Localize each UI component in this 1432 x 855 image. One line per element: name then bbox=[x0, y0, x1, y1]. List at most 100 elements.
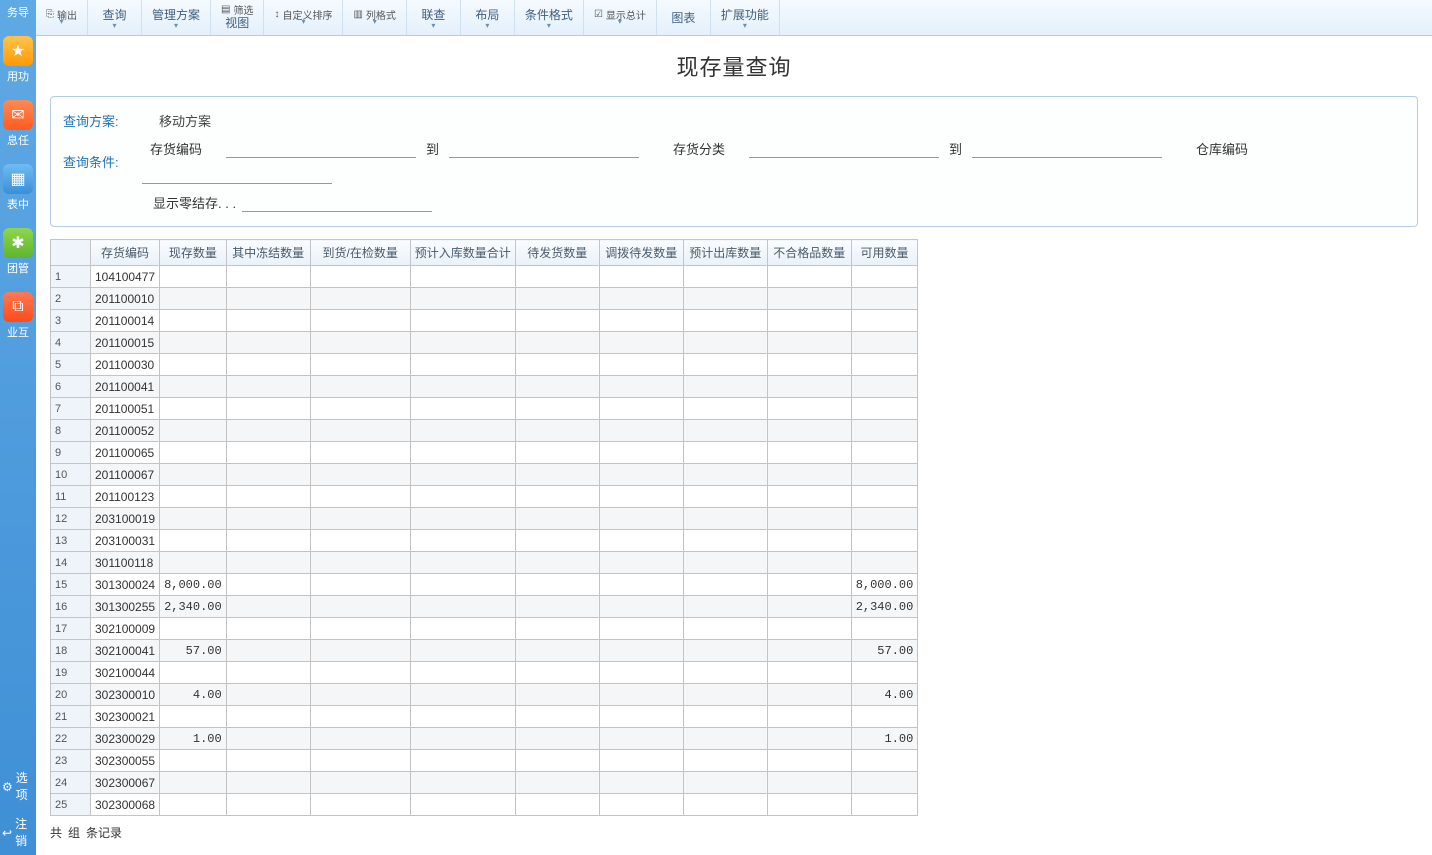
table-row[interactable]: 4201100015 bbox=[51, 332, 918, 354]
cell[interactable] bbox=[226, 332, 310, 354]
cell[interactable] bbox=[226, 552, 310, 574]
cell[interactable] bbox=[226, 398, 310, 420]
cell[interactable] bbox=[767, 618, 851, 640]
sidebar-options[interactable]: ⚙ 选项 bbox=[0, 763, 36, 809]
cell[interactable] bbox=[599, 266, 683, 288]
cell[interactable]: 2 bbox=[51, 288, 91, 310]
cell[interactable] bbox=[515, 310, 599, 332]
cell[interactable] bbox=[515, 376, 599, 398]
table-row[interactable]: 21302300021 bbox=[51, 706, 918, 728]
cell[interactable] bbox=[683, 662, 767, 684]
cell[interactable] bbox=[515, 596, 599, 618]
cell[interactable] bbox=[767, 640, 851, 662]
cell[interactable] bbox=[410, 728, 515, 750]
cell[interactable] bbox=[515, 684, 599, 706]
cell[interactable]: 1.00 bbox=[851, 728, 918, 750]
table-row[interactable]: 8201100052 bbox=[51, 420, 918, 442]
cell[interactable] bbox=[851, 266, 918, 288]
cell[interactable] bbox=[515, 398, 599, 420]
cell[interactable] bbox=[599, 332, 683, 354]
sidebar-item-group[interactable]: ✱ 团管 bbox=[0, 220, 36, 284]
cell[interactable] bbox=[683, 574, 767, 596]
cell[interactable] bbox=[683, 750, 767, 772]
cell[interactable] bbox=[515, 420, 599, 442]
cell[interactable] bbox=[683, 376, 767, 398]
cell[interactable] bbox=[683, 266, 767, 288]
cell[interactable] bbox=[160, 354, 227, 376]
cell[interactable] bbox=[599, 552, 683, 574]
table-row[interactable]: 5201100030 bbox=[51, 354, 918, 376]
cell[interactable] bbox=[767, 508, 851, 530]
cell[interactable] bbox=[767, 464, 851, 486]
cell[interactable] bbox=[851, 662, 918, 684]
cell[interactable] bbox=[515, 618, 599, 640]
table-row[interactable]: 11201100123 bbox=[51, 486, 918, 508]
cell[interactable] bbox=[160, 288, 227, 310]
cell[interactable] bbox=[226, 662, 310, 684]
cell[interactable] bbox=[515, 266, 599, 288]
cell[interactable] bbox=[410, 332, 515, 354]
cell[interactable]: 24 bbox=[51, 772, 91, 794]
cell[interactable] bbox=[226, 684, 310, 706]
cell[interactable] bbox=[851, 794, 918, 816]
cell[interactable] bbox=[599, 530, 683, 552]
cell[interactable]: 2,340.00 bbox=[160, 596, 227, 618]
cell[interactable] bbox=[515, 288, 599, 310]
cell[interactable] bbox=[160, 508, 227, 530]
cell[interactable] bbox=[410, 640, 515, 662]
cell[interactable] bbox=[599, 640, 683, 662]
cell[interactable] bbox=[767, 662, 851, 684]
tb-export[interactable]: ⎘ 输出 ▾ bbox=[36, 0, 88, 35]
cell[interactable] bbox=[160, 398, 227, 420]
cell[interactable]: 301300024 bbox=[91, 574, 160, 596]
cell[interactable] bbox=[226, 574, 310, 596]
cell[interactable] bbox=[683, 310, 767, 332]
cell[interactable] bbox=[515, 486, 599, 508]
col-header[interactable]: 可用数量 bbox=[851, 240, 918, 266]
stock-cat-to-input[interactable] bbox=[972, 138, 1162, 158]
table-row[interactable]: 223023000291.001.00 bbox=[51, 728, 918, 750]
cell[interactable] bbox=[310, 266, 410, 288]
cell[interactable] bbox=[599, 662, 683, 684]
cell[interactable]: 8,000.00 bbox=[160, 574, 227, 596]
cell[interactable]: 301100118 bbox=[91, 552, 160, 574]
cell[interactable]: 201100067 bbox=[91, 464, 160, 486]
cell[interactable] bbox=[310, 728, 410, 750]
cell[interactable] bbox=[226, 530, 310, 552]
cell[interactable]: 201100014 bbox=[91, 310, 160, 332]
tb-manage-plan[interactable]: 管理方案 ▾ bbox=[142, 0, 211, 35]
cell[interactable]: 4 bbox=[51, 332, 91, 354]
table-row[interactable]: 163013002552,340.002,340.00 bbox=[51, 596, 918, 618]
cell[interactable] bbox=[160, 662, 227, 684]
cell[interactable] bbox=[310, 530, 410, 552]
cell[interactable] bbox=[599, 574, 683, 596]
cell[interactable] bbox=[767, 750, 851, 772]
table-row[interactable]: 1104100477 bbox=[51, 266, 918, 288]
cell[interactable] bbox=[767, 354, 851, 376]
cell[interactable] bbox=[410, 684, 515, 706]
cell[interactable]: 302100009 bbox=[91, 618, 160, 640]
cell[interactable] bbox=[767, 728, 851, 750]
sidebar-logout[interactable]: ↩ 注销 bbox=[0, 809, 36, 855]
cell[interactable] bbox=[226, 618, 310, 640]
col-header[interactable]: 不合格品数量 bbox=[767, 240, 851, 266]
cell[interactable] bbox=[310, 662, 410, 684]
table-wrap[interactable]: 存货编码 现存数量 其中冻结数量 到货/在检数量 预计入库数量合计 待发货数量 … bbox=[50, 239, 1418, 816]
table-row[interactable]: 1830210004157.0057.00 bbox=[51, 640, 918, 662]
cell[interactable] bbox=[160, 332, 227, 354]
cell[interactable]: 201100030 bbox=[91, 354, 160, 376]
cell[interactable]: 203100031 bbox=[91, 530, 160, 552]
cell[interactable] bbox=[851, 398, 918, 420]
stock-code-to-input[interactable] bbox=[449, 138, 639, 158]
cell[interactable] bbox=[683, 618, 767, 640]
cell[interactable]: 8,000.00 bbox=[851, 574, 918, 596]
query-plan-value[interactable]: 移动方案 bbox=[159, 111, 211, 130]
cell[interactable] bbox=[599, 794, 683, 816]
cell[interactable] bbox=[599, 684, 683, 706]
cell[interactable] bbox=[310, 354, 410, 376]
table-row[interactable]: 14301100118 bbox=[51, 552, 918, 574]
cell[interactable]: 201100052 bbox=[91, 420, 160, 442]
cell[interactable] bbox=[599, 486, 683, 508]
cell[interactable] bbox=[767, 332, 851, 354]
cell[interactable] bbox=[599, 398, 683, 420]
